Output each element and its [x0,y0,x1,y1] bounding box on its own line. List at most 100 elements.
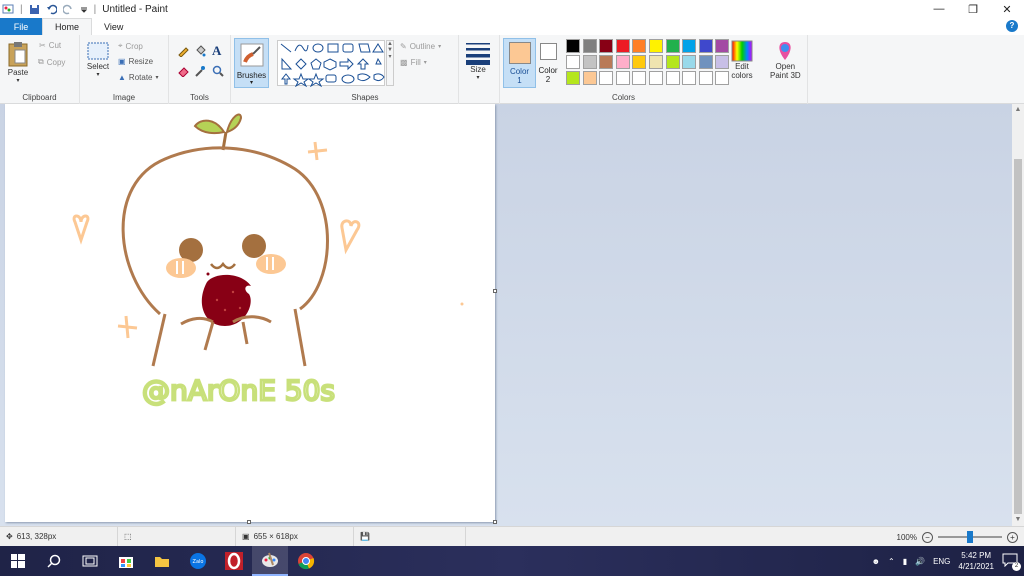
fill-bucket-icon[interactable] [194,45,206,57]
outline-button[interactable]: ✎ Outline ▾ [400,42,441,51]
resize-button[interactable]: ▣ Resize [118,57,153,66]
palette-swatch[interactable] [698,39,713,53]
palette-swatch[interactable] [615,55,630,69]
customize-icon[interactable] [80,4,88,15]
edit-colors-button[interactable]: Edit colors [731,40,753,80]
search-icon[interactable] [36,546,72,576]
cut-label: Cut [48,41,62,50]
zoom-out-icon[interactable]: − [922,531,933,543]
palette-swatch[interactable] [682,55,697,69]
scroll-thumb[interactable] [1014,159,1022,514]
volume-icon[interactable]: 🔊 [915,557,925,566]
palette-swatch[interactable] [599,71,614,85]
clock[interactable]: 5:42 PM 4/21/2021 [958,550,994,572]
help-icon[interactable]: ? [1006,20,1018,32]
palette-swatch[interactable] [615,71,630,85]
canvas-resize-handle-bottom[interactable] [247,520,251,524]
battery-icon[interactable]: ▮ [903,557,907,566]
drawing-canvas[interactable]: @nArOnE 50s [5,104,495,522]
canvas-resize-handle-right[interactable] [493,289,497,293]
paste-button[interactable]: Paste ▾ [6,40,30,84]
rotate-button[interactable]: ▲ Rotate ▾ [118,73,159,82]
palette-swatch[interactable] [649,71,663,85]
palette-swatch[interactable] [599,39,614,53]
show-hidden-icons[interactable]: ⌃ [888,557,895,566]
palette-swatch[interactable] [715,39,730,53]
palette-swatch[interactable] [632,71,647,85]
palette-swatch[interactable] [566,71,580,85]
file-size: 💾 [354,526,466,547]
zoom-slider[interactable] [938,531,1002,543]
color1-button[interactable]: Color 1 [503,38,536,88]
opera-icon[interactable] [216,546,252,576]
chrome-icon[interactable] [288,546,324,576]
palette-swatch[interactable] [715,71,730,85]
file-explorer-icon[interactable] [144,546,180,576]
zoom-slider-knob[interactable] [967,531,973,543]
copy-button[interactable]: ⧉ Copy [38,57,65,67]
notification-count: 2 [1012,562,1021,571]
magnifier-icon[interactable] [212,65,224,77]
language-indicator[interactable]: ENG [933,557,950,566]
people-icon[interactable]: ☻ [872,557,880,566]
right-cheek [256,254,286,274]
palette-swatch[interactable] [566,55,580,69]
paint-app-icon[interactable] [2,3,14,15]
palette-swatch[interactable] [665,55,680,69]
palette-swatch[interactable] [566,39,580,53]
scroll-down-icon[interactable]: ▼ [1012,514,1024,526]
undo-icon[interactable] [46,4,57,15]
text-tool-icon[interactable]: A [212,43,221,59]
store-icon[interactable] [108,546,144,576]
scroll-up-icon[interactable]: ▲ [1012,104,1024,116]
palette-swatch[interactable] [698,55,713,69]
pencil-icon[interactable] [177,45,189,57]
palette-swatch[interactable] [649,39,663,53]
vertical-scrollbar[interactable]: ▲ ▼ [1012,104,1024,526]
size-button[interactable]: Size ▾ [465,41,491,81]
canvas-resize-handle-corner[interactable] [493,520,497,524]
brushes-button[interactable]: Brushes ▾ [234,38,269,88]
eraser-icon[interactable] [177,65,189,77]
tab-home[interactable]: Home [42,18,93,35]
palette-swatch[interactable] [582,39,597,53]
palette-swatch[interactable] [682,71,697,85]
color-picker-icon[interactable] [194,65,206,77]
close-icon[interactable]: ✕ [990,0,1024,18]
palette-swatch[interactable] [715,55,730,69]
select-button[interactable]: Select ▾ [86,40,110,78]
palette-swatch[interactable] [615,39,630,53]
tab-file[interactable]: File [0,18,42,35]
palette-swatch[interactable] [682,39,697,53]
restore-icon[interactable]: ❐ [956,0,990,18]
fill-button[interactable]: ▩ Fill ▾ [400,58,427,67]
palette-swatch[interactable] [665,39,680,53]
colors-group-label: Colors [611,93,636,102]
cut-button[interactable]: ✂ Cut [39,41,61,50]
palette-swatch[interactable] [599,55,614,69]
left-cheek [166,258,196,278]
notification-icon[interactable]: 2 [1002,553,1021,571]
paint-icon[interactable] [252,546,288,576]
palette-swatch[interactable] [698,71,713,85]
palette-swatch[interactable] [649,55,663,69]
crop-button[interactable]: ⌖ Crop [118,41,143,51]
palette-swatch[interactable] [632,55,647,69]
shapes-scroll[interactable]: ▲ ▼ ▾ [386,40,394,86]
tab-view[interactable]: View [92,18,135,35]
save-icon[interactable] [29,4,40,15]
redo-icon[interactable] [62,4,74,15]
sparkle-left [117,315,138,339]
shapes-group-label: Shapes [351,93,379,102]
zalo-icon[interactable]: Zalo [180,546,216,576]
palette-swatch[interactable] [582,55,597,69]
zoom-in-icon[interactable]: + [1007,531,1018,543]
palette-swatch[interactable] [665,71,680,85]
color2-button[interactable]: Color 2 [537,38,559,88]
task-view-icon[interactable] [72,546,108,576]
windows-start-icon[interactable] [0,546,36,576]
open-paint3d-button[interactable]: Open Paint 3D [770,40,801,80]
minimize-icon[interactable]: — [922,0,956,18]
palette-swatch[interactable] [582,71,597,85]
palette-swatch[interactable] [632,39,647,53]
